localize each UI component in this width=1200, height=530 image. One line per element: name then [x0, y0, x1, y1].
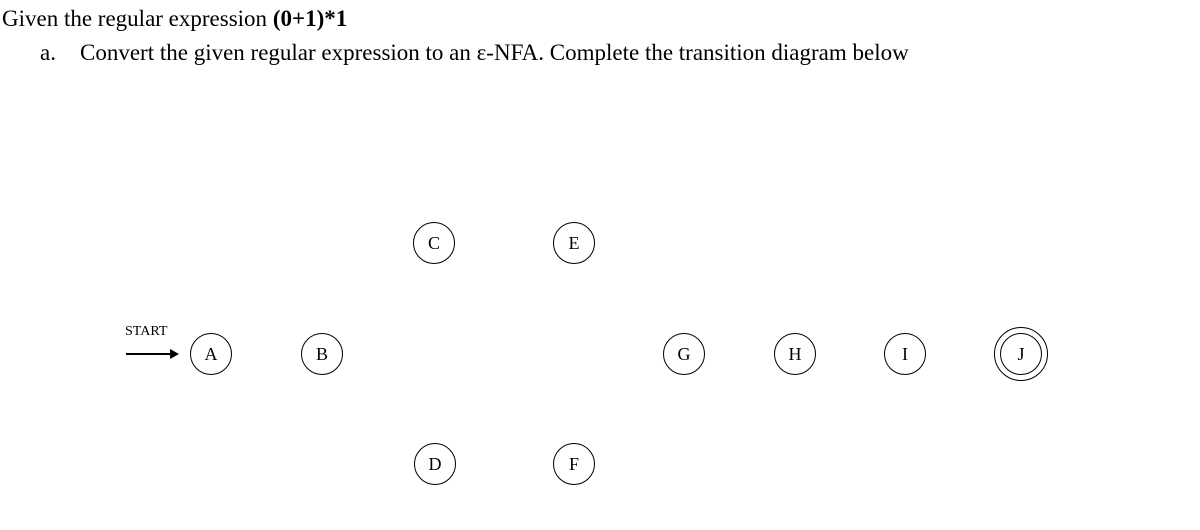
state-F: F: [553, 443, 595, 485]
state-B: B: [301, 333, 343, 375]
state-label: D: [429, 454, 442, 475]
state-J: J: [1000, 333, 1042, 375]
state-label: J: [1017, 344, 1024, 365]
regex-text: (0+1)*1: [273, 6, 347, 31]
start-arrow-line: [126, 353, 171, 355]
state-label: F: [569, 454, 579, 475]
state-C: C: [413, 222, 455, 264]
state-label: A: [205, 344, 218, 365]
state-label: H: [789, 344, 802, 365]
start-label: START: [125, 324, 167, 340]
state-D: D: [414, 443, 456, 485]
intro-text: Given the regular expression: [2, 6, 273, 31]
state-label: B: [316, 344, 328, 365]
start-arrow-head: [170, 349, 179, 359]
state-label: I: [902, 344, 908, 365]
list-marker: a.: [40, 40, 56, 66]
state-I: I: [884, 333, 926, 375]
state-label: E: [569, 233, 580, 254]
state-label: C: [428, 233, 440, 254]
state-label: G: [678, 344, 691, 365]
state-G: G: [663, 333, 705, 375]
problem-intro: Given the regular expression (0+1)*1: [2, 6, 347, 32]
state-A: A: [190, 333, 232, 375]
state-E: E: [553, 222, 595, 264]
problem-prompt: Convert the given regular expression to …: [80, 40, 909, 66]
state-H: H: [774, 333, 816, 375]
